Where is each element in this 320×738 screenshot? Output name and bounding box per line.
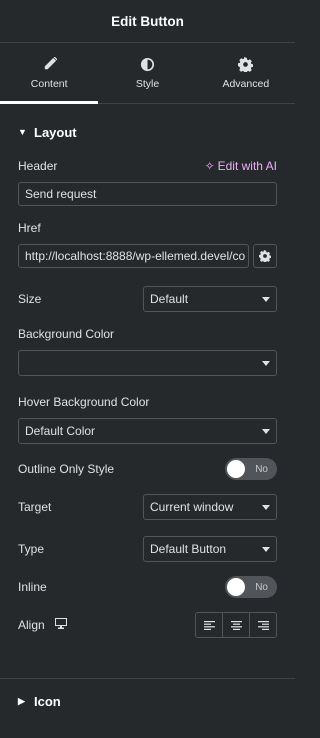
chevron-down-icon bbox=[262, 360, 270, 366]
align-center-button[interactable] bbox=[223, 613, 250, 637]
target-value: Current window bbox=[150, 500, 234, 514]
align-button-group bbox=[195, 612, 277, 638]
inline-toggle-text: No bbox=[255, 581, 268, 593]
type-select[interactable]: Default Button bbox=[143, 536, 277, 562]
layout-panel: Header ✧ Edit with AI Send request Href … bbox=[0, 158, 295, 638]
edit-with-ai-label: Edit with AI bbox=[217, 159, 277, 173]
href-label: Href bbox=[18, 221, 41, 235]
chevron-down-icon bbox=[262, 504, 270, 510]
panel-title: Edit Button bbox=[111, 13, 184, 29]
type-value: Default Button bbox=[150, 542, 227, 556]
background-color-select[interactable] bbox=[18, 350, 277, 376]
tab-style[interactable]: Style bbox=[98, 43, 196, 103]
href-input[interactable]: http://localhost:8888/wp-ellemed.devel/c… bbox=[18, 244, 249, 268]
inline-toggle[interactable]: No bbox=[225, 576, 277, 598]
outline-toggle-text: No bbox=[255, 463, 268, 475]
outline-only-style-toggle[interactable]: No bbox=[225, 458, 277, 480]
align-left-icon bbox=[203, 620, 215, 630]
chevron-down-icon bbox=[262, 428, 270, 434]
desktop-icon[interactable] bbox=[54, 618, 67, 632]
header-label: Header bbox=[18, 159, 58, 173]
sparkle-icon: ✧ bbox=[204, 159, 215, 173]
tab-content[interactable]: Content bbox=[0, 43, 99, 104]
href-settings-button[interactable] bbox=[253, 244, 277, 268]
toggle-knob bbox=[227, 460, 245, 478]
target-select[interactable]: Current window bbox=[143, 494, 277, 520]
align-right-icon bbox=[257, 620, 269, 630]
type-label: Type bbox=[18, 542, 45, 556]
target-label: Target bbox=[18, 500, 52, 514]
size-value: Default bbox=[150, 292, 189, 306]
background-color-label: Background Color bbox=[18, 327, 115, 341]
hover-background-color-value: Default Color bbox=[25, 424, 96, 438]
outline-only-style-label: Outline Only Style bbox=[18, 462, 115, 476]
layout-section-title: Layout bbox=[34, 124, 77, 140]
chevron-down-icon bbox=[262, 296, 270, 302]
header-input[interactable]: Send request bbox=[18, 182, 277, 206]
inline-label: Inline bbox=[18, 580, 47, 594]
gear-icon bbox=[238, 56, 254, 72]
tab-advanced[interactable]: Advanced bbox=[197, 43, 295, 103]
chevron-down-icon bbox=[262, 546, 270, 552]
layout-section-header[interactable]: ▼ Layout bbox=[0, 118, 295, 146]
size-select[interactable]: Default bbox=[143, 286, 277, 312]
icon-section-title: Icon bbox=[34, 693, 61, 709]
panel-header: Edit Button bbox=[0, 0, 295, 43]
align-left-button[interactable] bbox=[196, 613, 223, 637]
half-circle-icon bbox=[140, 57, 155, 71]
align-label: Align bbox=[18, 618, 45, 632]
toggle-knob bbox=[227, 578, 245, 596]
hover-background-color-label: Hover Background Color bbox=[18, 395, 150, 409]
icon-section-header[interactable]: ▶ Icon bbox=[0, 679, 295, 723]
tab-advanced-label: Advanced bbox=[222, 77, 270, 90]
gear-icon bbox=[259, 250, 271, 262]
tab-content-label: Content bbox=[30, 77, 68, 90]
align-center-icon bbox=[230, 620, 242, 630]
hover-background-color-select[interactable]: Default Color bbox=[18, 418, 277, 444]
tab-bar: Content Style Advanced bbox=[0, 43, 295, 104]
edit-with-ai-link[interactable]: ✧ Edit with AI bbox=[205, 159, 277, 173]
caret-right-icon: ▶ bbox=[18, 695, 25, 706]
pencil-icon bbox=[44, 56, 57, 69]
tab-style-label: Style bbox=[135, 77, 160, 90]
size-label: Size bbox=[18, 292, 42, 306]
caret-down-icon: ▼ bbox=[18, 127, 27, 137]
align-right-button[interactable] bbox=[250, 613, 276, 637]
